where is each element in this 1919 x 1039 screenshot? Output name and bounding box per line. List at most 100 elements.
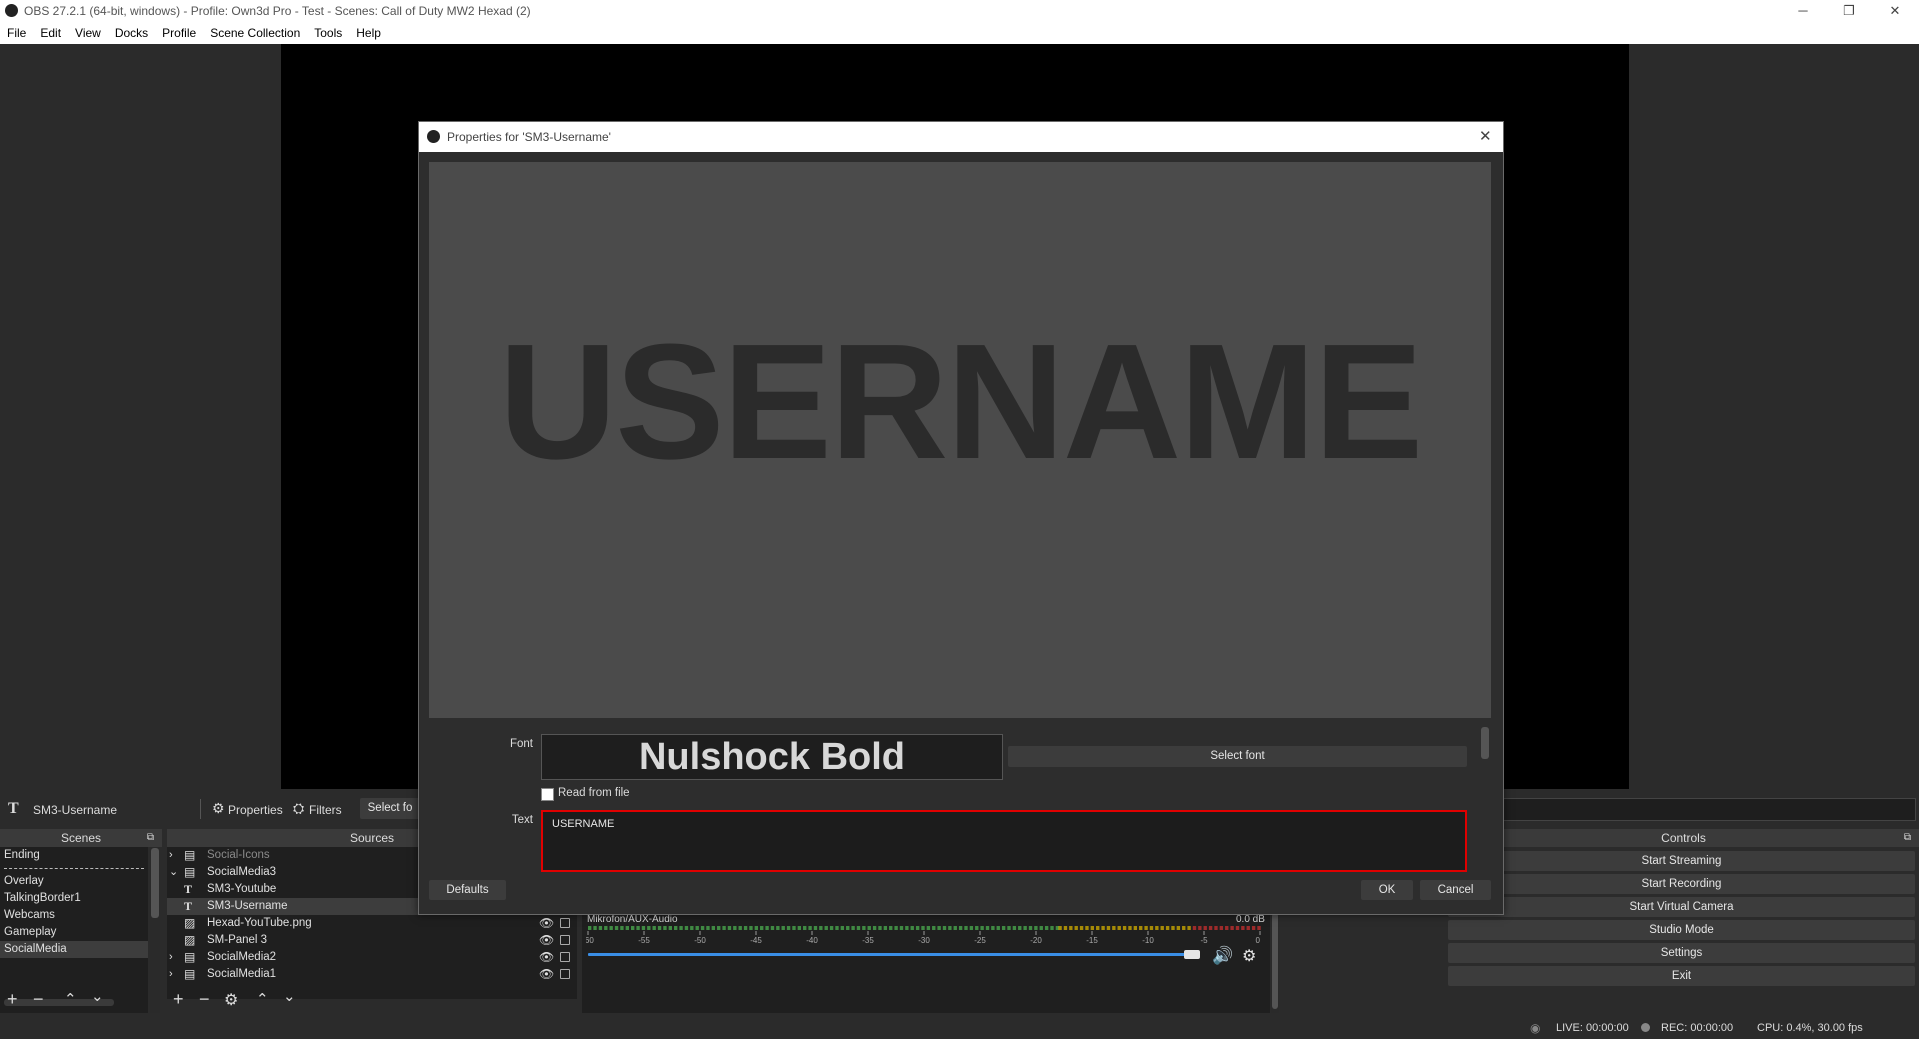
meter-tick-label: 0: [1256, 936, 1261, 945]
expand-chevron-icon[interactable]: ›: [169, 966, 179, 983]
expand-chevron-icon[interactable]: ›: [169, 847, 179, 864]
cpu-fps: CPU: 0.4%, 30.00 fps: [1757, 1022, 1863, 1034]
properties-button[interactable]: Properties: [228, 803, 283, 817]
volume-slider-handle: [1184, 950, 1200, 959]
meter-segment: [1074, 926, 1078, 930]
source-name: SM3-Youtube: [207, 883, 277, 895]
move-down-icon[interactable]: ⌄: [91, 987, 104, 1005]
lock-icon[interactable]: [560, 969, 570, 979]
visibility-eye-icon[interactable]: 👁: [539, 915, 554, 932]
meter-segment: [1018, 926, 1022, 930]
start-streaming-button[interactable]: Start Streaming: [1448, 851, 1915, 871]
meter-segment: [1192, 926, 1197, 930]
meter-segment: [776, 926, 780, 930]
meter-segment: [781, 926, 785, 930]
meter-segment: [964, 926, 968, 930]
exit-button[interactable]: Exit: [1448, 966, 1915, 986]
visibility-eye-icon[interactable]: 👁: [539, 966, 554, 983]
meter-segment: [1230, 926, 1234, 930]
filters-icon[interactable]: ⛭: [293, 800, 304, 817]
meter-segment: [1079, 926, 1084, 930]
menu-docks[interactable]: Docks: [108, 22, 155, 40]
studio-mode-button[interactable]: Studio Mode: [1448, 920, 1915, 940]
sources-toolbar: + − ⚙ ⌃ ⌄: [167, 987, 567, 1011]
text-input[interactable]: USERNAME: [541, 810, 1467, 872]
expand-chevron-icon[interactable]: ›: [169, 949, 179, 966]
select-font-toolbar-button[interactable]: Select fo: [360, 798, 420, 819]
menu-edit[interactable]: Edit: [33, 22, 68, 40]
lock-icon[interactable]: [560, 918, 570, 928]
add-scene-icon[interactable]: +: [7, 989, 18, 1010]
start-virtual-camera-button[interactable]: Start Virtual Camera: [1448, 897, 1915, 917]
toolbar-divider: [200, 799, 201, 819]
scene-item-talkingborder1[interactable]: TalkingBorder1: [0, 890, 148, 907]
menu-profile[interactable]: Profile: [155, 22, 203, 40]
lock-icon[interactable]: [560, 935, 570, 945]
meter-segment: [738, 926, 742, 930]
meter-segment: [980, 926, 984, 930]
remove-source-icon[interactable]: −: [199, 989, 210, 1010]
meter-segment: [953, 926, 957, 930]
menu-tools[interactable]: Tools: [307, 22, 349, 40]
source-row[interactable]: ▨ SM-Panel 3 👁: [167, 932, 577, 949]
move-source-up-icon[interactable]: ⌃: [256, 990, 269, 1008]
mixer-channel-name: Mikrofon/AUX-Audio: [587, 914, 678, 925]
meter-segment: [1246, 926, 1250, 930]
menu-file[interactable]: File: [0, 22, 33, 40]
scene-item-overlay[interactable]: Overlay: [0, 873, 148, 890]
close-window-button[interactable]: ✕: [1872, 0, 1918, 22]
controls-dock: Controls ⧉ Start Streaming Start Recordi…: [1448, 829, 1919, 1013]
restore-button[interactable]: ❐: [1826, 0, 1872, 22]
toolbar-text-field[interactable]: [1502, 798, 1916, 821]
defaults-button[interactable]: Defaults: [429, 880, 506, 900]
settings-button[interactable]: Settings: [1448, 943, 1915, 963]
meter-segment: [942, 926, 947, 930]
source-row[interactable]: › ▤ SocialMedia2 👁: [167, 949, 577, 966]
source-row[interactable]: ▨ Hexad-YouTube.png 👁: [167, 915, 577, 932]
scene-item-ending[interactable]: Ending: [0, 847, 148, 864]
meter-segment: [926, 926, 931, 930]
ok-button[interactable]: OK: [1361, 880, 1413, 900]
minimize-button[interactable]: ─: [1780, 0, 1826, 22]
start-recording-button[interactable]: Start Recording: [1448, 874, 1915, 894]
source-row[interactable]: › ▤ SocialMedia1 👁: [167, 966, 577, 983]
scene-item-webcams[interactable]: Webcams: [0, 907, 148, 924]
meter-segment: [958, 926, 963, 930]
read-from-file-checkbox[interactable]: [541, 788, 554, 801]
menu-scene-collection[interactable]: Scene Collection: [203, 22, 307, 40]
meter-segment: [1219, 926, 1224, 930]
close-icon[interactable]: ✕: [1479, 127, 1492, 145]
meter-segment: [604, 926, 608, 930]
controls-undock-icon[interactable]: ⧉: [1904, 829, 1911, 847]
gear-icon[interactable]: ⚙: [212, 800, 225, 817]
meter-segment: [588, 926, 592, 930]
group-source-icon: ▤: [184, 967, 196, 981]
menu-view[interactable]: View: [68, 22, 108, 40]
meter-segment: [652, 926, 656, 930]
meter-segment: [1058, 926, 1062, 930]
scene-item-gameplay[interactable]: Gameplay: [0, 924, 148, 941]
scene-item-socialmedia[interactable]: SocialMedia: [0, 941, 148, 958]
group-source-icon: ▤: [184, 865, 196, 879]
dialog-scrollbar[interactable]: [1481, 727, 1489, 759]
cancel-button[interactable]: Cancel: [1420, 880, 1491, 900]
meter-segment: [819, 926, 823, 930]
add-source-icon[interactable]: +: [173, 989, 184, 1010]
meter-segment: [937, 926, 941, 930]
mixer-scrollbar[interactable]: [1271, 911, 1279, 1013]
meter-segment: [668, 926, 672, 930]
meter-segment: [1214, 926, 1218, 930]
visibility-eye-icon[interactable]: 👁: [539, 949, 554, 966]
remove-scene-icon[interactable]: −: [33, 989, 44, 1010]
filters-button[interactable]: Filters: [309, 803, 342, 817]
move-source-down-icon[interactable]: ⌄: [283, 987, 296, 1005]
expand-chevron-icon[interactable]: ⌄: [169, 864, 179, 881]
source-properties-icon[interactable]: ⚙: [224, 990, 238, 1010]
undock-icon[interactable]: ⧉: [147, 829, 154, 847]
select-font-button[interactable]: Select font: [1008, 746, 1467, 767]
lock-icon[interactable]: [560, 952, 570, 962]
visibility-eye-icon[interactable]: 👁: [539, 932, 554, 949]
dialog-title-bar: Properties for 'SM3-Username' ✕: [419, 122, 1503, 152]
move-up-icon[interactable]: ⌃: [64, 990, 77, 1008]
menu-help[interactable]: Help: [349, 22, 388, 40]
